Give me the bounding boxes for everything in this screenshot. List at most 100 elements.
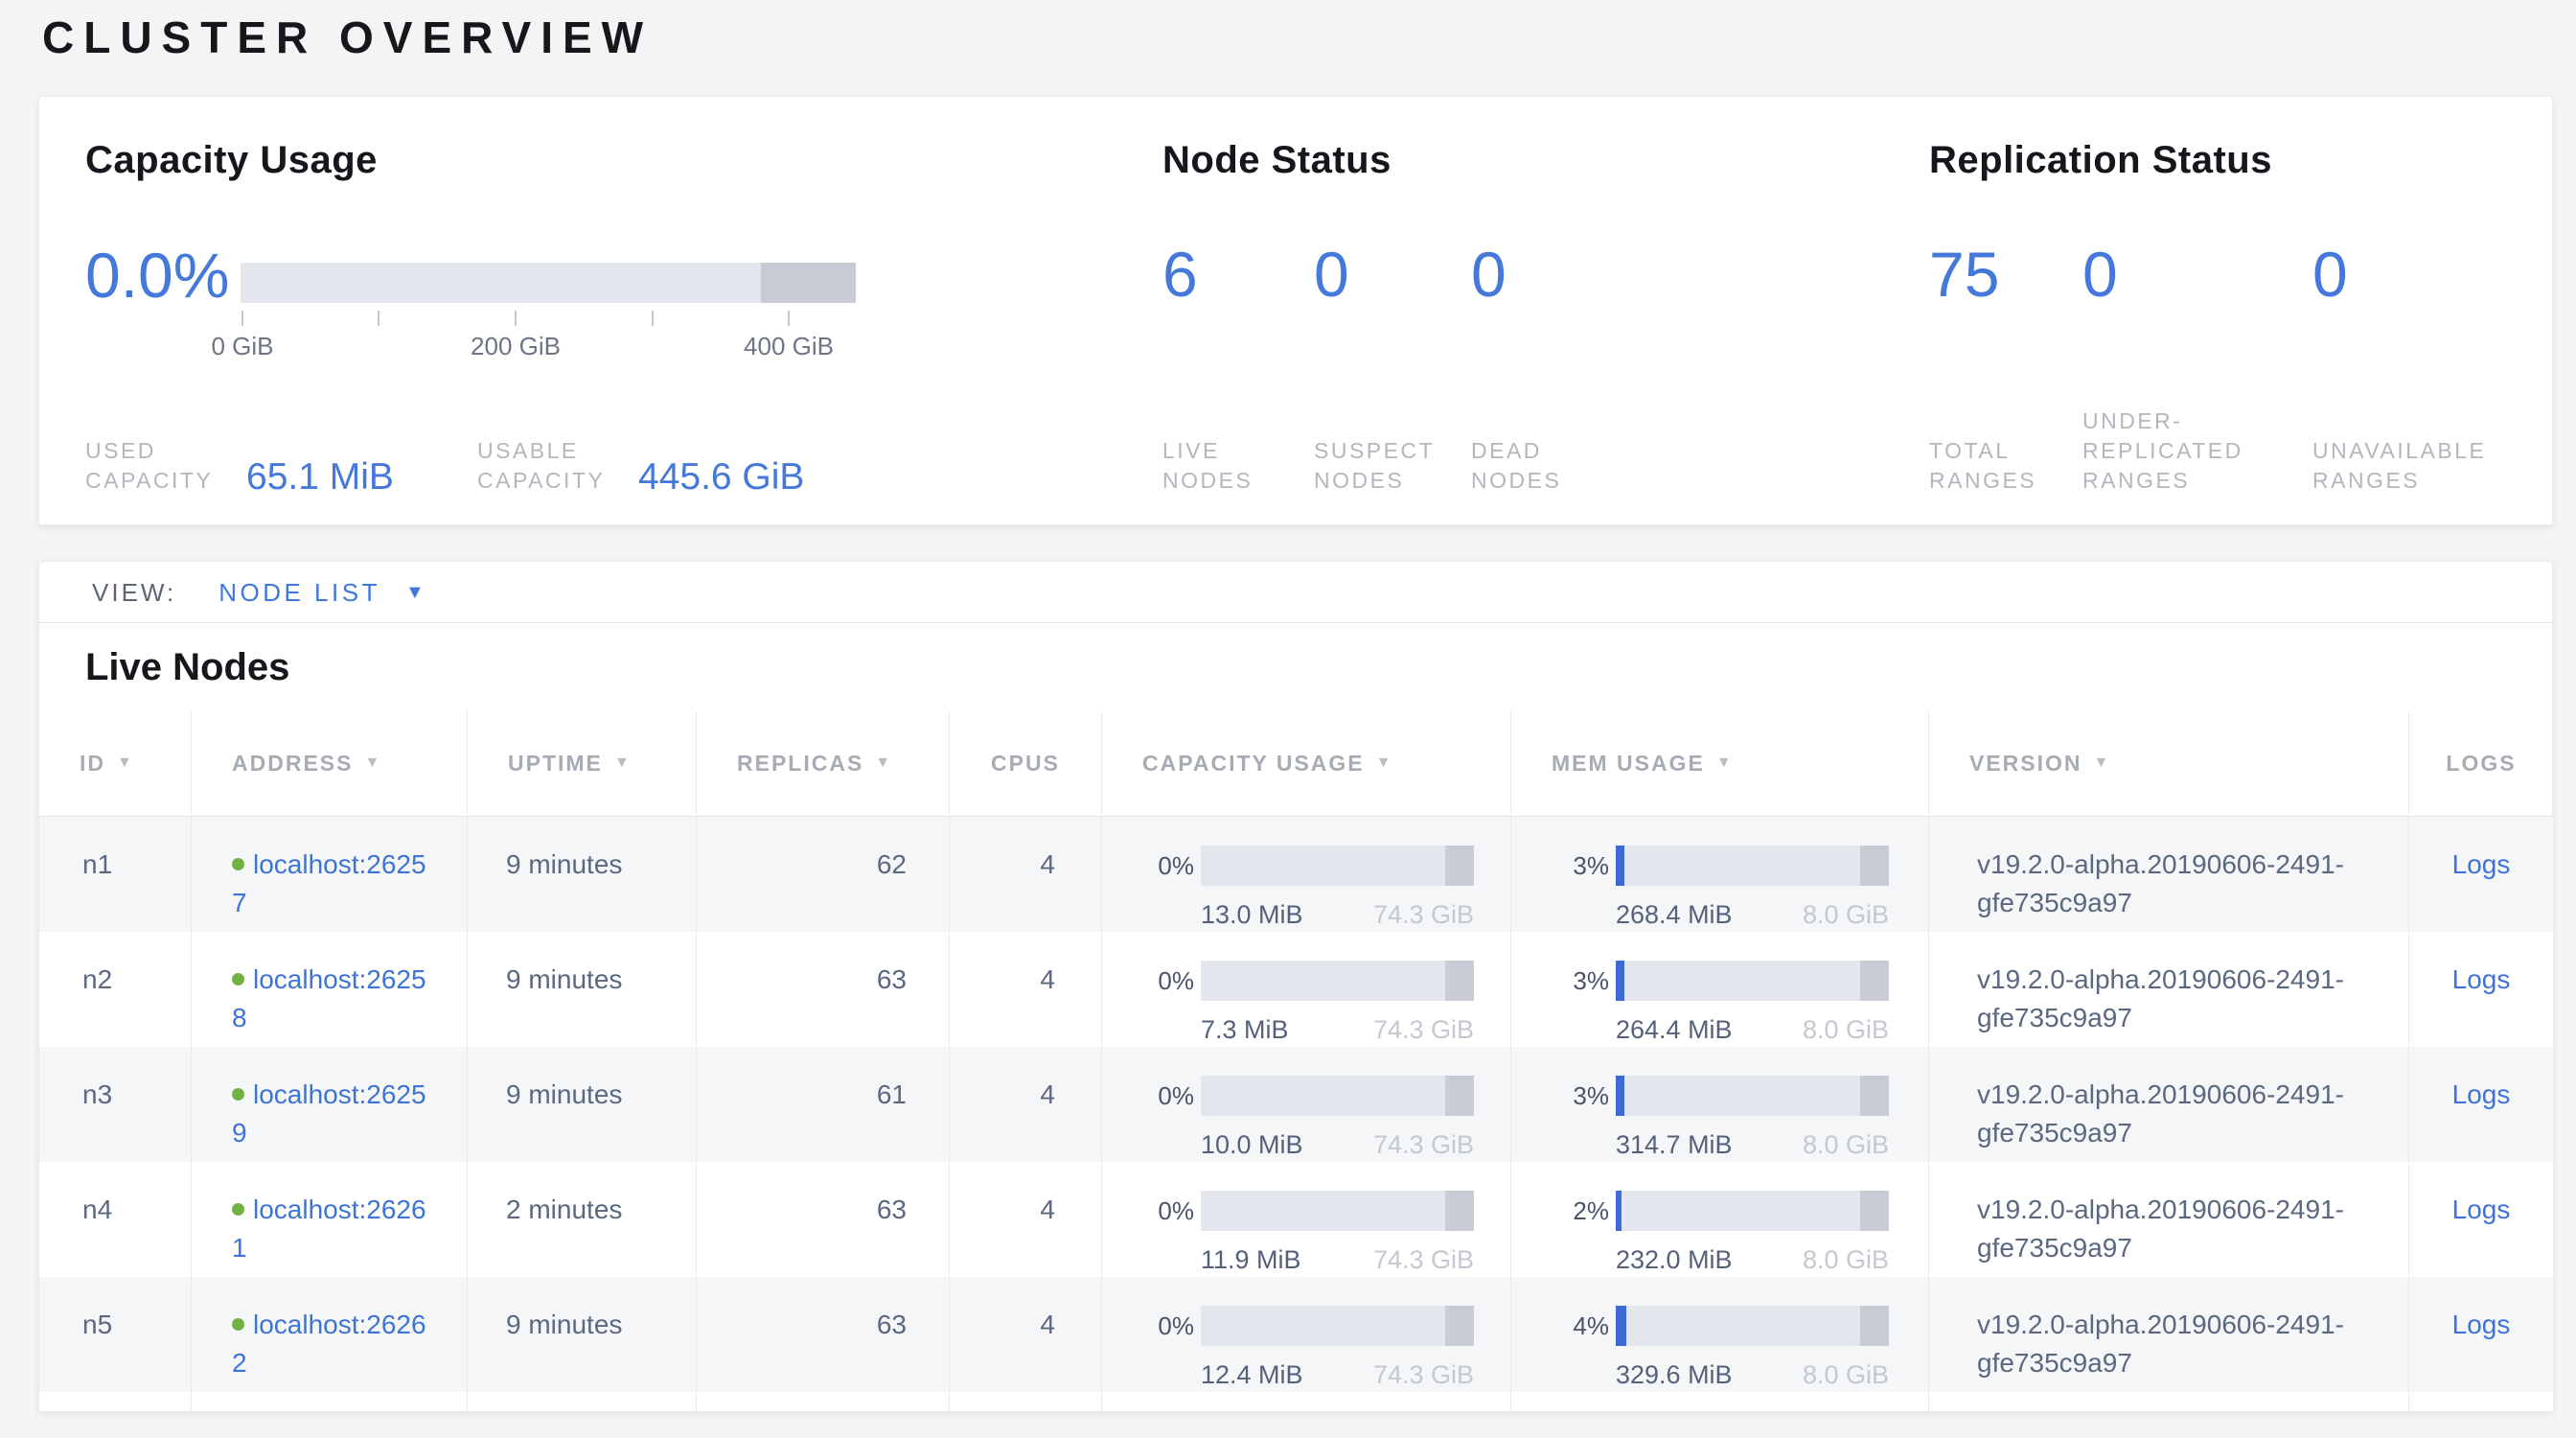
node-live-dot-icon xyxy=(232,1088,244,1101)
capacity-reserved-segment xyxy=(1445,846,1474,886)
capacity-percent-label: 0% xyxy=(1140,1198,1194,1223)
node-address-cell: localhost:26257 xyxy=(192,817,468,935)
mem-percent-label: 2% xyxy=(1555,1198,1609,1223)
node-id-cell: n2 xyxy=(39,932,192,1050)
capacity-gauge: 0.0% 0 GiB 200 GiB 400 GiB xyxy=(85,237,856,368)
mem-percent-label: 3% xyxy=(1555,968,1609,993)
mem-reserved-segment xyxy=(1860,1076,1889,1116)
logs-link[interactable]: Logs xyxy=(2452,849,2511,879)
dead-nodes-value: 0 xyxy=(1471,237,1615,312)
axis-tick xyxy=(242,311,243,326)
column-header-version[interactable]: VERSION▼ xyxy=(1929,711,2409,817)
live-nodes-value: 6 xyxy=(1162,237,1306,312)
node-live-dot-icon xyxy=(232,1318,244,1331)
sort-arrow-icon: ▼ xyxy=(2094,754,2111,772)
column-header-replicas[interactable]: REPLICAS▼ xyxy=(697,711,950,817)
sort-arrow-icon: ▼ xyxy=(364,754,381,772)
view-select-dropdown[interactable]: NODE LIST ▼ xyxy=(218,562,427,623)
cpus-cell: 4 xyxy=(950,1162,1102,1280)
logs-link[interactable]: Logs xyxy=(2452,964,2511,994)
mem-reserved-segment xyxy=(1860,1191,1889,1231)
node-address-link[interactable]: localhost:26261 xyxy=(232,1194,426,1263)
replication-status-title: Replication Status xyxy=(1929,139,2272,182)
capacity-meter-bar xyxy=(1201,846,1474,886)
capacity-bar-chart: 0 GiB 200 GiB 400 GiB xyxy=(241,263,856,368)
capacity-bar-reserved-segment xyxy=(761,263,856,303)
view-toolbar: VIEW: NODE LIST ▼ xyxy=(39,562,2552,623)
capacity-total-value: 74.3 GiB xyxy=(1373,1010,1474,1049)
version-cell: v19.2.0-alpha.20190606-2491-gfe735c9a97 xyxy=(1929,1162,2409,1280)
mem-usage-cell: 2% 232.0 MiB8.0 GiB xyxy=(1511,1162,1929,1280)
unavailable-ranges-stat: 0 UNAVAILABLE RANGES xyxy=(2312,237,2547,496)
under-replicated-ranges-value: 0 xyxy=(2082,237,2291,312)
sort-arrow-icon: ▼ xyxy=(614,754,632,772)
replication-status-section: Replication Status 75 TOTAL RANGES 0 UND… xyxy=(1929,97,2542,524)
capacity-percent-label: 0% xyxy=(1140,968,1194,993)
capacity-total-value: 74.3 GiB xyxy=(1373,1241,1474,1279)
unavailable-ranges-value: 0 xyxy=(2312,237,2547,312)
logs-cell: Logs xyxy=(2409,1047,2553,1165)
node-status-title: Node Status xyxy=(1162,139,1392,182)
logs-link[interactable]: Logs xyxy=(2452,1079,2511,1109)
axis-tick-label: 400 GiB xyxy=(744,332,834,361)
mem-total-value: 8.0 GiB xyxy=(1803,895,1889,934)
live-nodes-stat: 6 LIVE NODES xyxy=(1162,237,1306,496)
table-header-row: ID▼ ADDRESS▼ UPTIME▼ REPLICAS▼ CPUS CAPA… xyxy=(39,711,2552,817)
cpus-cell: 4 xyxy=(950,1277,1102,1395)
mem-percent-label: 4% xyxy=(1555,1313,1609,1338)
logs-link[interactable]: Logs xyxy=(2452,1194,2511,1224)
column-header-cpus: CPUS xyxy=(950,711,1102,817)
cpus-cell: 4 xyxy=(950,932,1102,1050)
table-row: n1 localhost:26257 9 minutes 62 4 0% 13.… xyxy=(39,817,2552,932)
node-address-link[interactable]: localhost:26262 xyxy=(232,1310,426,1378)
node-live-dot-icon xyxy=(232,1203,244,1216)
cpus-cell: 4 xyxy=(950,817,1102,935)
logs-cell: Logs xyxy=(2409,817,2553,935)
column-header-address[interactable]: ADDRESS▼ xyxy=(192,711,468,817)
column-header-mem-usage[interactable]: MEM USAGE▼ xyxy=(1511,711,1929,817)
column-header-uptime[interactable]: UPTIME▼ xyxy=(468,711,697,817)
replicas-cell: 62 xyxy=(697,817,950,935)
mem-used-value: 314.7 MiB xyxy=(1616,1125,1733,1164)
node-status-section: Node Status 6 LIVE NODES 0 SUSPECT NODES… xyxy=(1162,97,1891,524)
sort-arrow-icon: ▼ xyxy=(117,754,134,772)
column-header-logs: LOGS xyxy=(2409,711,2553,817)
mem-percent-label: 3% xyxy=(1555,1083,1609,1108)
mem-meter-bar xyxy=(1616,961,1889,1001)
version-cell: v19.2.0-alpha.20190606-2491-gfe735c9a97 xyxy=(1929,932,2409,1050)
node-address-cell: localhost:26261 xyxy=(192,1162,468,1280)
mem-meter-bar xyxy=(1616,1191,1889,1231)
sort-arrow-icon: ▼ xyxy=(1716,754,1734,772)
capacity-used-value: 13.0 MiB xyxy=(1201,895,1303,934)
used-capacity-label: USED CAPACITY xyxy=(85,436,231,496)
logs-cell: Logs xyxy=(2409,1277,2553,1395)
capacity-total-value: 74.3 GiB xyxy=(1373,1125,1474,1164)
node-address-link[interactable]: localhost:26258 xyxy=(232,964,426,1032)
version-cell: v19.2.0-alpha.20190606-2491-gfe735c9a97 xyxy=(1929,1047,2409,1165)
capacity-usage-cell: 0% 13.0 MiB74.3 GiB xyxy=(1102,817,1511,935)
column-header-id[interactable]: ID▼ xyxy=(39,711,192,817)
mem-usage-cell: 4% 329.6 MiB8.0 GiB xyxy=(1511,1277,1929,1395)
capacity-meter-bar xyxy=(1201,1191,1474,1231)
column-header-capacity-usage[interactable]: CAPACITY USAGE▼ xyxy=(1102,711,1511,817)
capacity-percent-label: 0% xyxy=(1140,1313,1194,1338)
mem-used-value: 232.0 MiB xyxy=(1616,1241,1733,1279)
under-replicated-ranges-stat: 0 UNDER-REPLICATED RANGES xyxy=(2082,237,2291,496)
table-row: n5 localhost:26262 9 minutes 63 4 0% 12.… xyxy=(39,1277,2552,1392)
axis-tick-label: 0 GiB xyxy=(211,332,273,361)
table-row: n3 localhost:26259 9 minutes 61 4 0% 10.… xyxy=(39,1047,2552,1162)
replicas-cell: 63 xyxy=(697,1162,950,1280)
capacity-used-value: 11.9 MiB xyxy=(1201,1241,1301,1279)
mem-usage-cell: 3% 264.4 MiB8.0 GiB xyxy=(1511,932,1929,1050)
capacity-reserved-segment xyxy=(1445,1306,1474,1346)
node-address-link[interactable]: localhost:26259 xyxy=(232,1079,426,1148)
mem-reserved-segment xyxy=(1860,846,1889,886)
capacity-bar xyxy=(241,263,856,303)
axis-tick xyxy=(515,311,517,326)
node-address-link[interactable]: localhost:26257 xyxy=(232,849,426,917)
logs-link[interactable]: Logs xyxy=(2452,1310,2511,1339)
axis-tick-label: 200 GiB xyxy=(471,332,561,361)
logs-cell: Logs xyxy=(2409,932,2553,1050)
live-nodes-title: Live Nodes xyxy=(39,623,2552,711)
mem-reserved-segment xyxy=(1860,961,1889,1001)
